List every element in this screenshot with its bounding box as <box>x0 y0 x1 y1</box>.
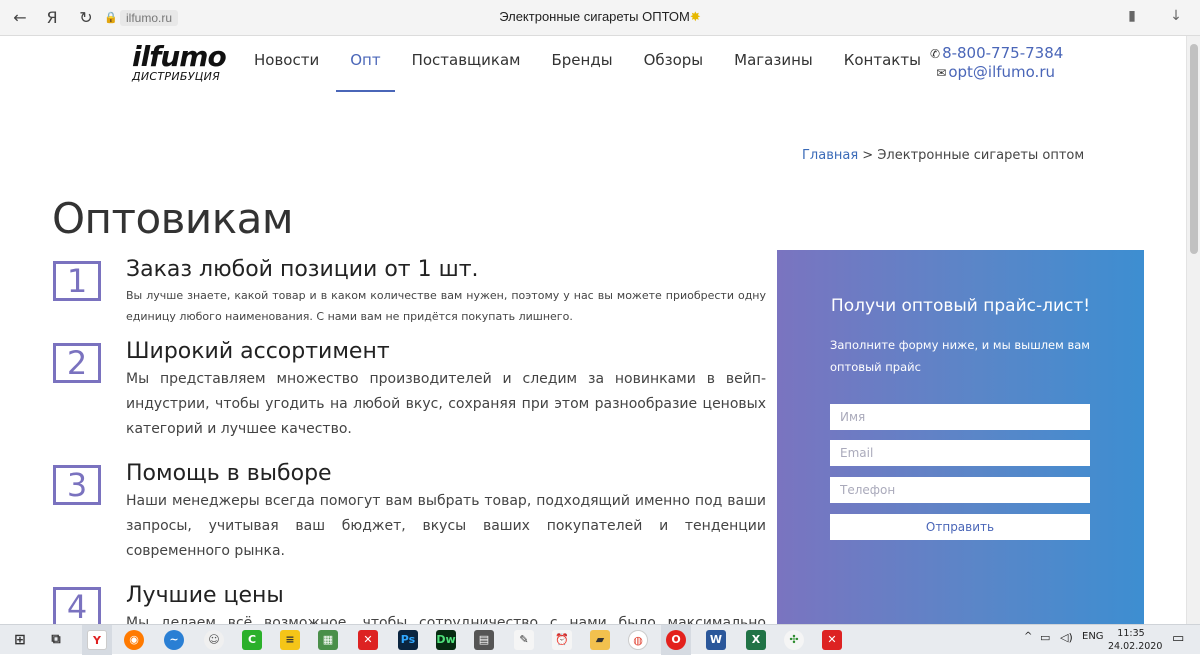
excel-icon[interactable]: X <box>746 630 766 650</box>
xmind-icon[interactable]: ✕ <box>358 630 378 650</box>
phone-row[interactable]: ✆ 8-800-775-7384 <box>930 44 1063 63</box>
breadcrumb: Главная > Электронные сигареты оптом <box>802 148 1084 163</box>
feature-title: Помощь в выборе <box>126 461 332 486</box>
dreamweaver-icon[interactable]: Dw <box>436 630 456 650</box>
feature-description: Наши менеджеры всегда помогут вам выбрат… <box>126 493 766 559</box>
network-tool-icon[interactable]: ✣ <box>784 630 804 650</box>
phone-input[interactable] <box>830 477 1090 503</box>
word-icon[interactable]: W <box>706 630 726 650</box>
tab-title: Электронные сигареты ОПТОМ✸ <box>0 9 1200 25</box>
scrollbar-thumb[interactable] <box>1190 44 1198 254</box>
xmind-second-icon[interactable]: ✕ <box>822 630 842 650</box>
language-indicator[interactable]: ENG <box>1082 631 1104 642</box>
logo-subtitle: ДИСТРИБУЦИЯ <box>132 70 221 83</box>
phone-link[interactable]: 8-800-775-7384 <box>942 44 1063 62</box>
browser-toolbar: ← Я ↻ 🔒 ilfumo.ru Электронные сигареты О… <box>0 0 1200 36</box>
envelope-icon: ✉ <box>936 66 947 80</box>
battery-icon[interactable]: ▭ <box>1040 631 1050 644</box>
feature-number: 4 <box>53 587 101 624</box>
feature-number: 3 <box>53 465 101 505</box>
windows-taskbar: ⊞ ⧉ Y ◉ ~ ☺ C ≡ ▦ ✕ Ps Dw ▤ ✎ ⏰ ▰ ◍ O W … <box>0 624 1200 655</box>
menu-item-contacts[interactable]: Контакты <box>830 50 935 76</box>
clock-date: 24.02.2020 <box>1108 641 1163 652</box>
header-contacts: ✆ 8-800-775-7384 ✉ opt@ilfumo.ru <box>930 44 1063 82</box>
email-input[interactable] <box>830 440 1090 466</box>
alarm-clock-icon[interactable]: ⏰ <box>552 630 572 650</box>
volume-icon[interactable]: ◁) <box>1060 631 1073 644</box>
menu-item-opt[interactable]: Опт <box>336 50 395 92</box>
site-logo[interactable]: ilfumo ДИСТРИБУЦИЯ <box>132 40 227 84</box>
opera-icon[interactable]: O <box>666 630 686 650</box>
name-input[interactable] <box>830 404 1090 430</box>
feature-description: Мы делаем всё возможное, чтобы сотруднич… <box>126 615 766 624</box>
feature-title: Лучшие цены <box>126 583 284 608</box>
skype-icon[interactable]: ~ <box>164 630 184 650</box>
submit-button[interactable]: Отправить <box>830 514 1090 540</box>
system-clock[interactable]: 11:35 24.02.2020 <box>1108 627 1163 653</box>
network-icon[interactable]: ▦ <box>318 630 338 650</box>
editor-icon[interactable]: ✎ <box>514 630 534 650</box>
tab-title-text: Электронные сигареты ОПТОМ <box>499 9 690 24</box>
menu-item-shops[interactable]: Магазины <box>720 50 827 76</box>
menu-item-news[interactable]: Новости <box>240 50 333 76</box>
feature-number: 2 <box>53 343 101 383</box>
feature-title: Широкий ассортимент <box>126 339 390 364</box>
logo-word: ilfumo <box>132 40 227 73</box>
download-icon[interactable]: ↓ <box>1166 8 1186 24</box>
page-title: Оптовикам <box>52 194 294 243</box>
breadcrumb-separator: > <box>862 148 874 163</box>
photoshop-icon[interactable]: Ps <box>398 630 418 650</box>
notes-icon[interactable]: ≡ <box>280 630 300 650</box>
main-menu: Новости Опт Поставщикам Бренды Обзоры Ма… <box>240 50 938 92</box>
feature-number: 1 <box>53 261 101 301</box>
menu-item-reviews[interactable]: Обзоры <box>630 50 718 76</box>
chrome-icon[interactable]: ◍ <box>628 630 648 650</box>
breadcrumb-current: Электронные сигареты оптом <box>877 148 1085 163</box>
camtasia-icon[interactable]: C <box>242 630 262 650</box>
page-scrollbar[interactable] <box>1186 36 1200 624</box>
tray-caret-icon[interactable]: ^ <box>1024 631 1032 642</box>
feature-description: Вы лучше знаете, какой товар и в каком к… <box>126 289 766 323</box>
spark-icon: ✸ <box>689 9 701 24</box>
firefox-icon[interactable]: ◉ <box>124 630 144 650</box>
file-explorer-icon[interactable]: ▰ <box>590 630 610 650</box>
bookmark-icon[interactable]: ▮ <box>1122 8 1142 24</box>
breadcrumb-home-link[interactable]: Главная <box>802 148 858 163</box>
email-row[interactable]: ✉ opt@ilfumo.ru <box>930 63 1055 82</box>
calculator-icon[interactable]: ▤ <box>474 630 494 650</box>
windows-start-icon[interactable]: ⊞ <box>10 630 30 650</box>
notifications-icon[interactable]: ▭ <box>1172 631 1184 646</box>
menu-item-suppliers[interactable]: Поставщикам <box>398 50 535 76</box>
feature-description: Мы представляем множество производителей… <box>126 371 766 437</box>
emoji-icon[interactable]: ☺ <box>204 630 224 650</box>
yandex-browser-icon[interactable]: Y <box>87 630 107 650</box>
price-request-form: Получи оптовый прайс-лист! Заполните фор… <box>777 250 1144 624</box>
form-title: Получи оптовый прайс-лист! <box>830 296 1091 316</box>
feature-title: Заказ любой позиции от 1 шт. <box>126 257 479 282</box>
phone-icon: ✆ <box>930 47 941 61</box>
page-content: ilfumo ДИСТРИБУЦИЯ Новости Опт Поставщик… <box>0 36 1186 624</box>
task-view-icon[interactable]: ⧉ <box>46 630 66 650</box>
form-description: Заполните форму ниже, и мы вышлем вам оп… <box>830 338 1090 374</box>
email-link[interactable]: opt@ilfumo.ru <box>948 63 1055 81</box>
clock-time: 11:35 <box>1117 628 1145 639</box>
menu-item-brands[interactable]: Бренды <box>538 50 627 76</box>
